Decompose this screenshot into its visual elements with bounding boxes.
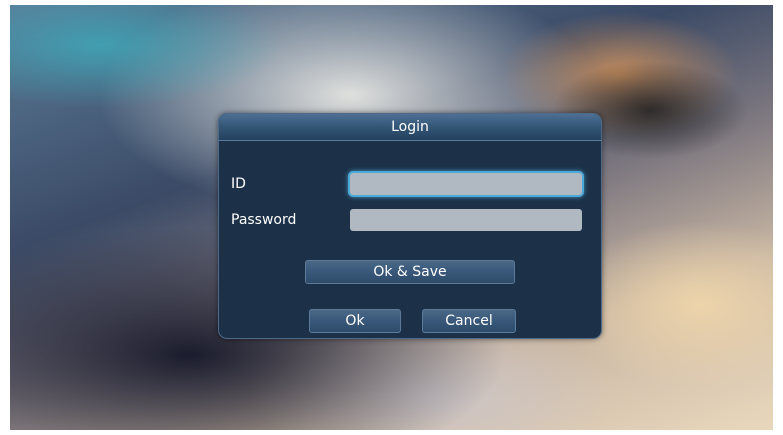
- dialog-title: Login: [219, 114, 601, 141]
- background-screen: Login ID Password Ok & Save Ok Cancel: [10, 5, 773, 430]
- login-dialog: Login ID Password Ok & Save Ok Cancel: [218, 113, 602, 339]
- id-label: ID: [231, 176, 246, 192]
- password-label: Password: [231, 212, 297, 228]
- cancel-button[interactable]: Cancel: [422, 309, 516, 333]
- password-input[interactable]: [350, 209, 582, 231]
- ok-button[interactable]: Ok: [309, 309, 401, 333]
- id-input[interactable]: [350, 173, 582, 195]
- ok-and-save-button[interactable]: Ok & Save: [305, 260, 515, 284]
